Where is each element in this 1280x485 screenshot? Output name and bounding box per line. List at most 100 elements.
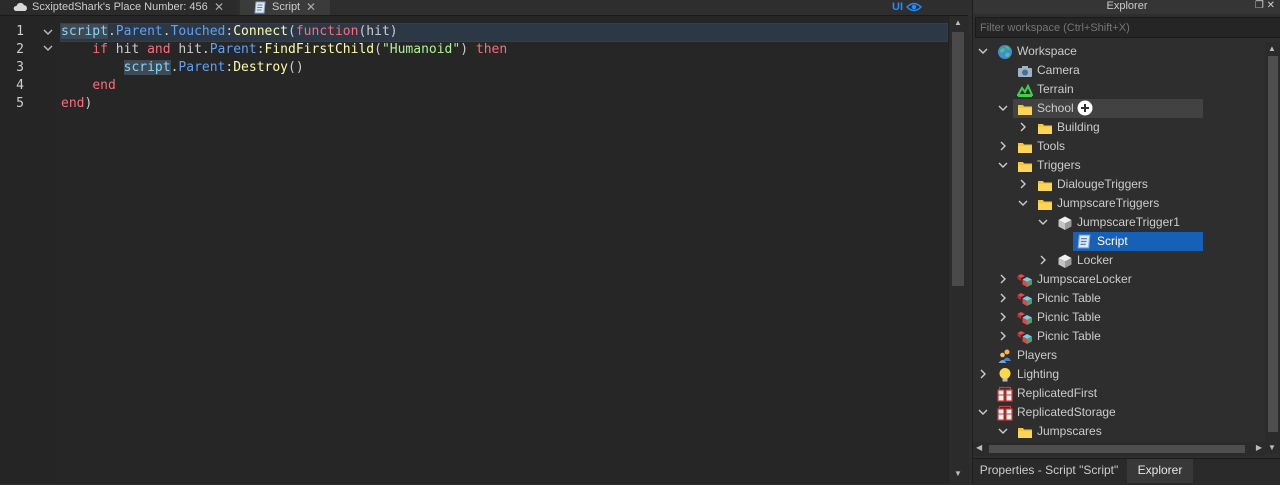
close-icon[interactable]: ✕ — [214, 0, 224, 14]
tree-item-label: Triggers — [1037, 158, 1081, 172]
chevron-down-icon[interactable] — [997, 425, 1009, 437]
tree-row[interactable]: Locker — [973, 251, 1265, 270]
code-token: FindFirstChild — [264, 42, 375, 57]
tree-row[interactable]: Picnic Table — [973, 327, 1265, 346]
filter-workspace-field[interactable] — [975, 17, 1280, 38]
tree-row[interactable]: JumpscareTriggers — [973, 194, 1265, 213]
tree-row[interactable]: Script — [973, 232, 1265, 251]
scroll-left-arrow-icon[interactable]: ◀ — [976, 443, 982, 452]
tree-row[interactable]: DialougeTriggers — [973, 175, 1265, 194]
tree-row[interactable]: Picnic Table — [973, 289, 1265, 308]
tree-row[interactable]: JumpscareLocker — [973, 270, 1265, 289]
tree-row[interactable]: Building — [973, 118, 1265, 137]
explorer-horizontal-scrollbar[interactable]: ◀ ▶ — [973, 442, 1265, 456]
tree-row[interactable]: ReplicatedStorage — [973, 403, 1265, 422]
tree-row[interactable]: Workspace — [973, 42, 1265, 61]
line-number: 5 — [16, 96, 24, 111]
tree-item-label: DialougeTriggers — [1057, 177, 1148, 191]
scroll-up-arrow-icon[interactable]: ▲ — [954, 18, 962, 27]
close-icon[interactable]: ✕ — [1267, 0, 1275, 11]
code-line-5[interactable]: end) — [61, 95, 92, 113]
model-icon — [1017, 329, 1033, 345]
tree-row[interactable]: Picnic Table — [973, 308, 1265, 327]
code-token: () — [288, 60, 304, 75]
code-line-4[interactable]: end — [61, 77, 115, 95]
tab-properties[interactable]: Properties - Script "Script" — [973, 459, 1125, 483]
code-line-2[interactable]: if hit and hit.Parent:FindFirstChild("Hu… — [61, 41, 507, 59]
script-icon — [1077, 234, 1093, 250]
code-token: Parent — [178, 60, 226, 75]
chevron-down-icon[interactable] — [1037, 216, 1049, 228]
scroll-down-arrow-icon[interactable]: ▼ — [954, 469, 962, 478]
tree-row[interactable]: JumpscareTrigger1 — [973, 213, 1265, 232]
tree-item-label: Picnic Table — [1037, 291, 1101, 305]
chevron-down-icon[interactable] — [977, 45, 989, 57]
tree-row[interactable]: Terrain — [973, 80, 1265, 99]
scroll-up-arrow-icon[interactable]: ▲ — [1268, 44, 1276, 53]
part-icon — [1057, 253, 1073, 269]
code-area[interactable]: script.Parent.Touched:Connect(function(h… — [56, 16, 948, 484]
scrollbar-thumb[interactable] — [989, 445, 1245, 453]
tree-row[interactable]: Players — [973, 346, 1265, 365]
part-icon — [1057, 215, 1073, 231]
folder-icon — [1037, 120, 1053, 136]
tab-explorer[interactable]: Explorer — [1127, 459, 1193, 483]
chevron-right-icon[interactable] — [997, 273, 1009, 285]
chevron-down-icon[interactable] — [997, 102, 1009, 114]
scrollbar-thumb[interactable] — [952, 32, 964, 286]
tab-script[interactable]: Script ✕ — [240, 0, 330, 15]
editor-vertical-scrollbar[interactable]: ▲ ▼ — [948, 16, 969, 484]
tree-item-label: Workspace — [1017, 44, 1077, 58]
tree-item-label: ReplicatedStorage — [1017, 405, 1116, 419]
scroll-right-arrow-icon[interactable]: ▶ — [1256, 443, 1262, 452]
restore-window-icon[interactable]: ❐ — [1255, 0, 1264, 11]
tree-row[interactable]: Triggers — [973, 156, 1265, 175]
tree-row[interactable]: Jumpscares — [973, 422, 1265, 441]
tab-place[interactable]: ScxiptedShark's Place Number: 456 ✕ — [0, 0, 238, 15]
lightbulb-icon — [997, 367, 1013, 383]
close-icon[interactable]: ✕ — [306, 0, 316, 14]
tree-row[interactable]: Camera — [973, 61, 1265, 80]
chevron-right-icon[interactable] — [977, 368, 989, 380]
tree-item-label: Terrain — [1037, 82, 1074, 96]
panel-tab-bar: Properties - Script "Script" Explorer — [973, 458, 1280, 485]
tree-item-label: Picnic Table — [1037, 310, 1101, 324]
code-line-1[interactable]: script.Parent.Touched:Connect(function(h… — [61, 23, 398, 41]
chevron-right-icon[interactable] — [997, 292, 1009, 304]
chevron-right-icon[interactable] — [1017, 121, 1029, 133]
scroll-down-arrow-icon[interactable]: ▼ — [1268, 443, 1276, 452]
code-token: script — [123, 60, 171, 75]
code-line-3[interactable]: script.Parent:Destroy() — [61, 59, 304, 77]
tree-row[interactable]: School — [973, 99, 1265, 118]
tree-item-label: Script — [1097, 234, 1128, 248]
chevron-right-icon[interactable] — [997, 311, 1009, 323]
tree-item-label: Picnic Table — [1037, 329, 1101, 343]
chevron-right-icon[interactable] — [1017, 178, 1029, 190]
chevron-down-icon[interactable] — [1017, 197, 1029, 209]
code-token: . — [107, 24, 116, 39]
chevron-right-icon[interactable] — [997, 140, 1009, 152]
tree-row[interactable]: ReplicatedFirst — [973, 384, 1265, 403]
scrollbar-thumb[interactable] — [1268, 56, 1278, 432]
folder-icon — [1037, 177, 1053, 193]
fold-chevron-down-icon[interactable] — [42, 42, 54, 54]
eye-icon — [905, 2, 923, 16]
chevron-down-icon[interactable] — [997, 159, 1009, 171]
tree-item-label: Players — [1017, 348, 1058, 362]
chevron-down-icon[interactable] — [977, 406, 989, 418]
ui-visibility-toggle[interactable]: UI — [892, 0, 923, 15]
filter-workspace-input[interactable] — [976, 19, 1276, 37]
code-token: function — [295, 24, 359, 39]
tree-item-label: JumpscareTrigger1 — [1077, 215, 1180, 229]
chevron-right-icon[interactable] — [997, 330, 1009, 342]
tree-row[interactable]: Tools — [973, 137, 1265, 156]
tree-row[interactable]: Lighting — [973, 365, 1265, 384]
insert-object-plus-icon[interactable] — [1077, 100, 1093, 116]
script-editor-pane: ScxiptedShark's Place Number: 456 ✕ Scri… — [0, 0, 969, 484]
fold-chevron-down-icon[interactable] — [42, 26, 54, 38]
folder-icon — [1017, 139, 1033, 155]
chevron-right-icon[interactable] — [1037, 254, 1049, 266]
explorer-vertical-scrollbar[interactable]: ▲ ▼ — [1265, 42, 1280, 454]
